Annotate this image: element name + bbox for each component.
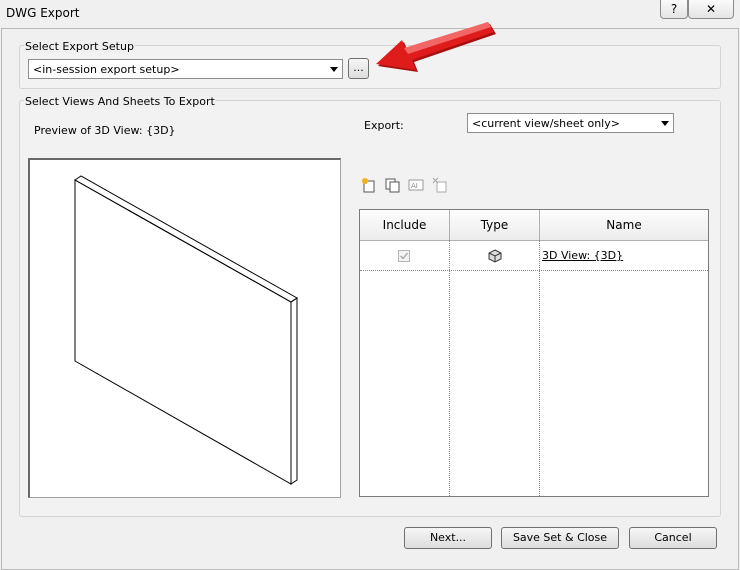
svg-text:AI: AI bbox=[411, 182, 418, 190]
browse-setup-label: ... bbox=[353, 61, 364, 74]
annotation-arrow-icon bbox=[376, 22, 496, 72]
cancel-button[interactable]: Cancel bbox=[629, 527, 717, 549]
export-dropdown[interactable]: <current view/sheet only> bbox=[467, 113, 674, 133]
3d-view-icon bbox=[488, 249, 502, 263]
close-button[interactable]: ✕ bbox=[688, 0, 734, 19]
save-set-close-button[interactable]: Save Set & Close bbox=[501, 527, 619, 549]
duplicate-set-icon[interactable] bbox=[384, 177, 400, 193]
column-header-type[interactable]: Type bbox=[450, 210, 540, 240]
view-name-link[interactable]: 3D View: {3D} bbox=[542, 249, 623, 262]
save-set-close-label: Save Set & Close bbox=[512, 531, 608, 544]
preview-pane bbox=[28, 158, 341, 498]
export-value: <current view/sheet only> bbox=[472, 117, 620, 130]
browse-setup-button[interactable]: ... bbox=[348, 58, 369, 79]
table-header: Include Type Name bbox=[360, 210, 708, 241]
table-row[interactable]: 3D View: {3D} bbox=[360, 241, 708, 270]
row-divider bbox=[360, 270, 708, 271]
new-set-icon[interactable] bbox=[360, 177, 376, 193]
chevron-down-icon bbox=[661, 121, 669, 126]
cancel-button-label: Cancel bbox=[654, 531, 692, 544]
export-setup-value: <in-session export setup> bbox=[33, 63, 180, 76]
preview-label: Preview of 3D View: {3D} bbox=[34, 124, 176, 137]
3d-panel-preview bbox=[74, 175, 298, 485]
column-header-include[interactable]: Include bbox=[360, 210, 450, 240]
next-button-label: Next... bbox=[429, 531, 467, 544]
chevron-down-icon bbox=[330, 67, 338, 72]
help-icon: ? bbox=[670, 2, 678, 16]
column-header-name[interactable]: Name bbox=[540, 210, 708, 240]
export-setup-dropdown[interactable]: <in-session export setup> bbox=[28, 59, 343, 79]
include-checkbox[interactable] bbox=[398, 250, 410, 262]
column-divider bbox=[539, 240, 540, 496]
next-button[interactable]: Next... bbox=[404, 527, 492, 549]
close-icon: ✕ bbox=[705, 2, 717, 16]
window-title: DWG Export bbox=[6, 6, 80, 20]
export-setup-label: Select Export Setup bbox=[24, 40, 135, 53]
help-button[interactable]: ? bbox=[660, 0, 688, 19]
views-group-label: Select Views And Sheets To Export bbox=[24, 95, 216, 108]
export-label: Export: bbox=[364, 119, 404, 132]
column-divider bbox=[449, 240, 450, 496]
delete-set-icon[interactable] bbox=[432, 177, 448, 193]
views-table: Include Type Name 3D View: {3D} bbox=[359, 209, 709, 497]
rename-set-icon[interactable]: AI bbox=[408, 177, 424, 193]
